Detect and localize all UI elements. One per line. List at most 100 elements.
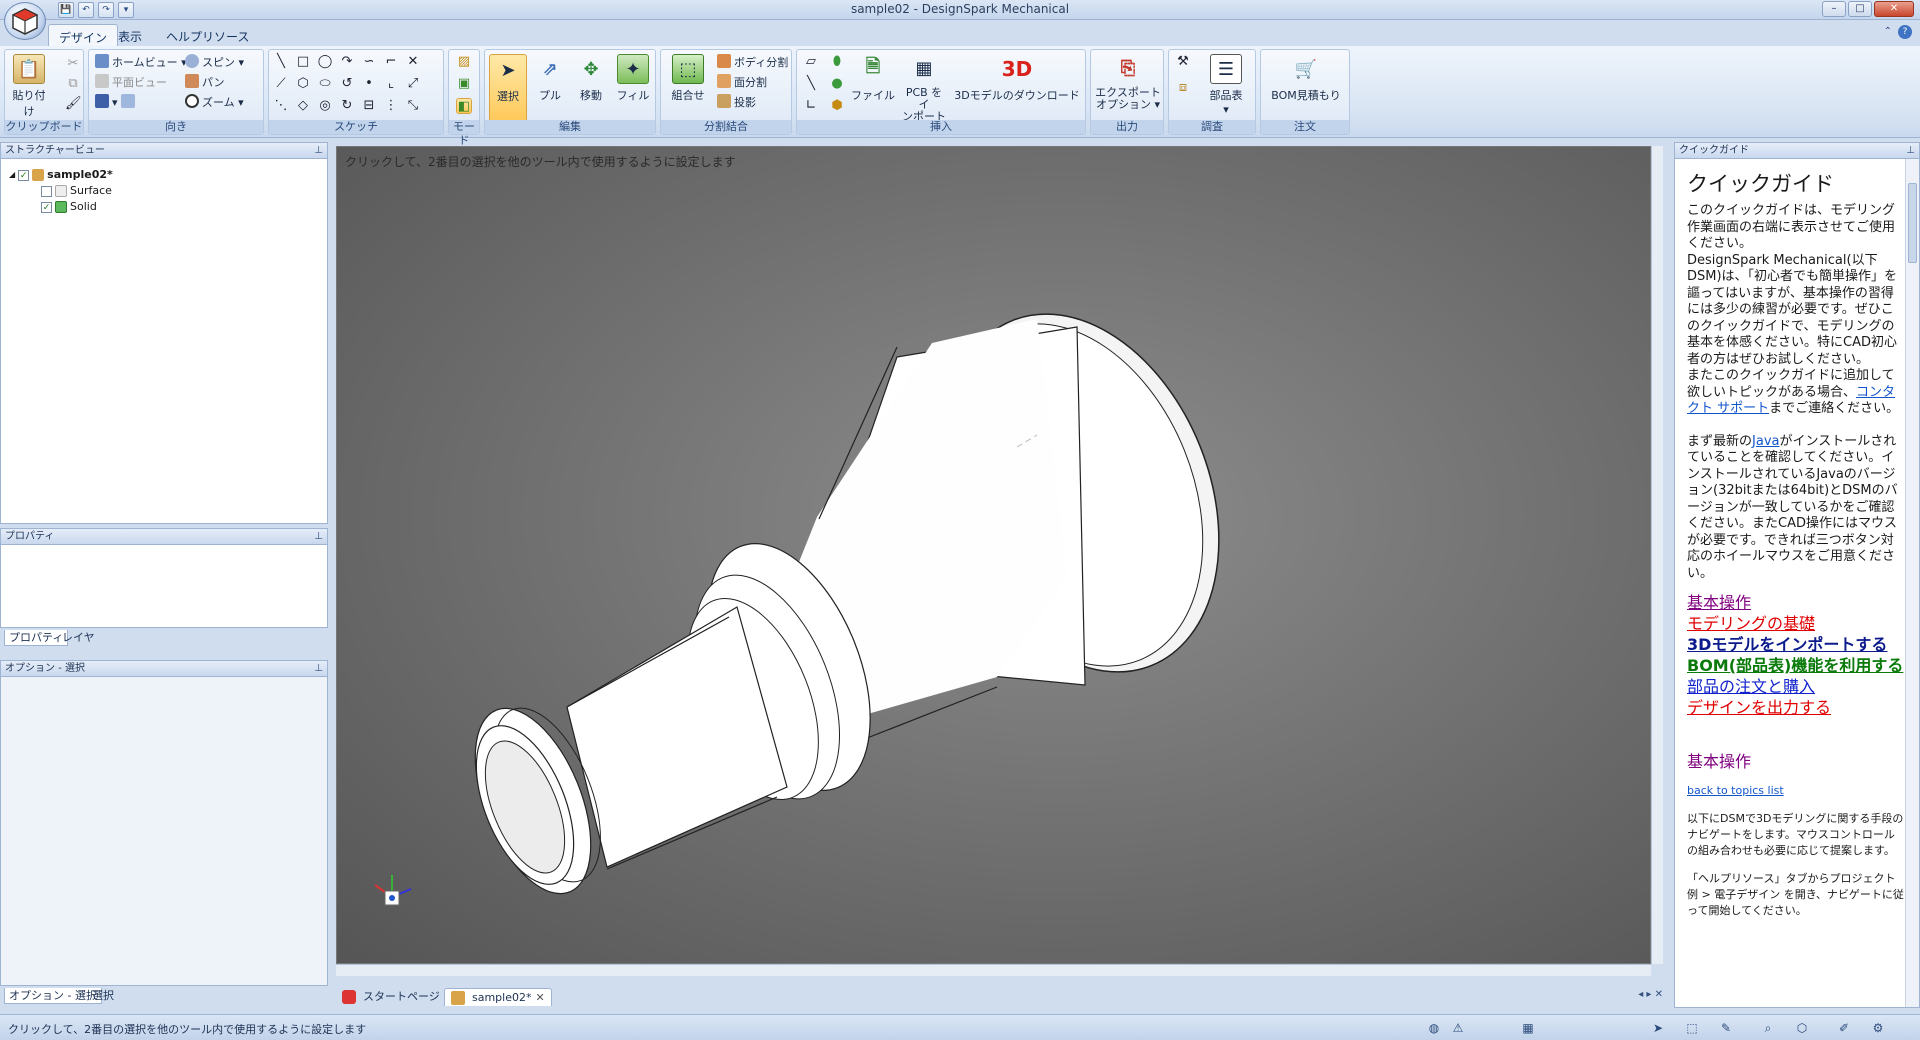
topic-link-bom[interactable]: BOM(部品表)機能を利用する [1687, 655, 1905, 676]
split-face-button[interactable]: 面分割 [717, 74, 767, 92]
tab-scroll-icons[interactable]: ◂ ▸ ✕ [1638, 989, 1663, 1000]
measure-icon[interactable]: ⚒ [1175, 54, 1191, 70]
zoom-button[interactable]: ズーム ▾ [185, 94, 244, 112]
quick-guide-scrollbar[interactable] [1905, 159, 1919, 1007]
pan-button[interactable]: パン [185, 74, 225, 92]
tangent-line-icon[interactable]: ⟋ [273, 76, 289, 92]
pin-icon[interactable]: ⊥ [1906, 143, 1915, 159]
view-cube-button[interactable]: ▾ [95, 94, 138, 112]
topic-link-modeling[interactable]: モデリングの基礎 [1687, 613, 1905, 634]
axis-icon[interactable]: ╲ [803, 76, 819, 92]
scrollbar-thumb[interactable] [1908, 183, 1917, 263]
sketch-tool-icon[interactable]: ⌐ [383, 54, 399, 70]
rectangle-icon[interactable]: □ [295, 54, 311, 70]
status-edit-icon[interactable]: ✐ [1836, 1020, 1852, 1036]
ellipse-icon[interactable]: ⬭ [317, 76, 333, 92]
sweep-arc-icon[interactable]: ↺ [339, 76, 355, 92]
pin-icon[interactable]: ⊥ [314, 529, 323, 545]
cylinder-icon[interactable]: ⬮ [829, 54, 845, 70]
status-options-icon[interactable]: ⚙ [1870, 1020, 1886, 1036]
move-button[interactable]: ✥ 移動 [571, 54, 611, 103]
point-icon[interactable]: • [361, 76, 377, 92]
spline-icon[interactable]: ∽ [361, 54, 377, 70]
bom-button[interactable]: ☰ 部品表 ▾ [1203, 54, 1249, 116]
polygon-icon[interactable]: ⬡ [295, 76, 311, 92]
fill-button[interactable]: ✦ フィル [613, 54, 653, 103]
select-cursor-icon[interactable]: ➤ [1650, 1020, 1666, 1036]
surface-checkbox[interactable] [41, 185, 52, 197]
sketch-pencil-icon[interactable]: ✎ [1718, 1020, 1734, 1036]
status-warning-icon[interactable]: ⚠ [1450, 1020, 1466, 1036]
3d-model-download-button[interactable]: 3D 3Dモデルのダウンロード [953, 54, 1081, 103]
paste-button[interactable]: 📋 貼り付け [11, 54, 47, 119]
status-zoom-icon[interactable]: ⌕ [1760, 1020, 1776, 1036]
tree-item-surface[interactable]: Surface [41, 183, 112, 199]
arc-icon[interactable]: ↷ [339, 54, 355, 70]
three-point-circle-icon[interactable]: ◎ [317, 98, 333, 114]
maximize-button[interactable]: □ [1848, 1, 1872, 17]
tree-root-checkbox[interactable]: ✓ [18, 169, 30, 181]
trim-icon[interactable]: ✕ [405, 54, 421, 70]
sphere-icon[interactable]: ● [829, 76, 845, 92]
tab-display[interactable]: 表示 [108, 24, 152, 46]
shell-icon[interactable]: ⬢ [829, 98, 845, 114]
solid-checkbox[interactable]: ✓ [41, 201, 52, 213]
tree-root[interactable]: ◢ ✓ sample02* [9, 167, 113, 183]
tab-help-resources[interactable]: ヘルプリソース [156, 24, 259, 46]
copy-icon[interactable]: ⧉ [65, 76, 81, 92]
home-view-button[interactable]: ホームビュー ▾ [95, 54, 187, 72]
bom-quote-button[interactable]: 🛒 BOM見積もり [1265, 54, 1347, 103]
construction-line-icon[interactable]: ⋱ [273, 98, 289, 114]
corner-icon[interactable]: ⌞ [383, 76, 399, 92]
three-point-arc-icon[interactable]: ↻ [339, 98, 355, 114]
select-button[interactable]: ➤ 選択 [489, 54, 527, 122]
origin-icon[interactable]: ∟ [803, 98, 819, 114]
viewport-horizontal-scrollbar[interactable] [336, 964, 1651, 976]
status-grid-icon[interactable]: ▦ [1520, 1020, 1536, 1036]
close-button[interactable]: ✕ [1874, 1, 1914, 17]
offset-icon[interactable]: ⤢ [405, 76, 421, 92]
insert-file-button[interactable]: 🗎 ファイル [851, 54, 895, 103]
topic-link-order[interactable]: 部品の注文と購入 [1687, 676, 1905, 697]
status-info-icon[interactable]: ◍ [1426, 1020, 1442, 1036]
3d-mode-icon[interactable]: ◧ [456, 98, 472, 114]
3d-model-part[interactable] [337, 147, 1651, 964]
java-link[interactable]: Java [1752, 434, 1779, 449]
section-mode-icon[interactable]: ▣ [456, 76, 472, 92]
three-point-rect-icon[interactable]: ◇ [295, 98, 311, 114]
mass-icon[interactable]: ⧈ [1175, 80, 1191, 96]
export-options-button[interactable]: ⎘ エクスポート オプション ▾ [1095, 54, 1161, 111]
project-button[interactable]: 投影 [717, 94, 756, 112]
circle-icon[interactable]: ◯ [317, 54, 333, 70]
cut-icon[interactable]: ✂ [65, 56, 81, 72]
tab-start-page[interactable]: スタートページ [336, 988, 446, 1006]
collapse-icon[interactable]: ◢ [9, 167, 15, 183]
split-body-button[interactable]: ボディ分割 [717, 54, 788, 72]
plane-icon[interactable]: ▱ [803, 54, 819, 70]
3d-viewport[interactable]: クリックして、2番目の選択を他のツール内で使用するように設定します [336, 146, 1651, 964]
pull-button[interactable]: ⇗ プル [531, 54, 569, 103]
bend-icon[interactable]: ⤡ [405, 98, 421, 114]
topic-link-output[interactable]: デザインを出力する [1687, 697, 1905, 718]
line-icon[interactable]: ╲ [273, 54, 289, 70]
plan-view-button[interactable]: 平面ビュー [95, 74, 167, 92]
format-painter-icon[interactable]: 🖌 [65, 96, 82, 112]
tab-layers[interactable]: レイヤ [58, 630, 99, 646]
tab-select[interactable]: 選択 [88, 988, 118, 1004]
select-mode-icon[interactable]: ⬚ [1684, 1020, 1700, 1036]
app-menu-button[interactable] [4, 2, 46, 40]
mirror-sketch-icon[interactable]: ⋮ [383, 98, 399, 114]
pcb-import-button[interactable]: ▦ PCB をイ ンポート [901, 54, 947, 123]
pin-icon[interactable]: ⊥ [314, 661, 323, 677]
tab-sample02[interactable]: sample02* ✕ [444, 988, 552, 1006]
status-view-icon[interactable]: ⬡ [1794, 1020, 1810, 1036]
help-icon[interactable]: ? [1898, 25, 1912, 39]
combine-button[interactable]: ⬚ 組合せ [665, 54, 711, 103]
topic-link-import[interactable]: 3Dモデルをインポートする [1687, 634, 1905, 655]
topic-link-basic[interactable]: 基本操作 [1687, 592, 1905, 613]
minimize-button[interactable]: – [1822, 1, 1846, 17]
ribbon-collapse-icon[interactable]: ⌃ [1884, 26, 1892, 37]
viewport-vertical-scrollbar[interactable] [1651, 146, 1663, 964]
close-tab-icon[interactable]: ✕ [536, 989, 545, 1007]
tree-item-solid[interactable]: ✓ Solid [41, 199, 97, 215]
